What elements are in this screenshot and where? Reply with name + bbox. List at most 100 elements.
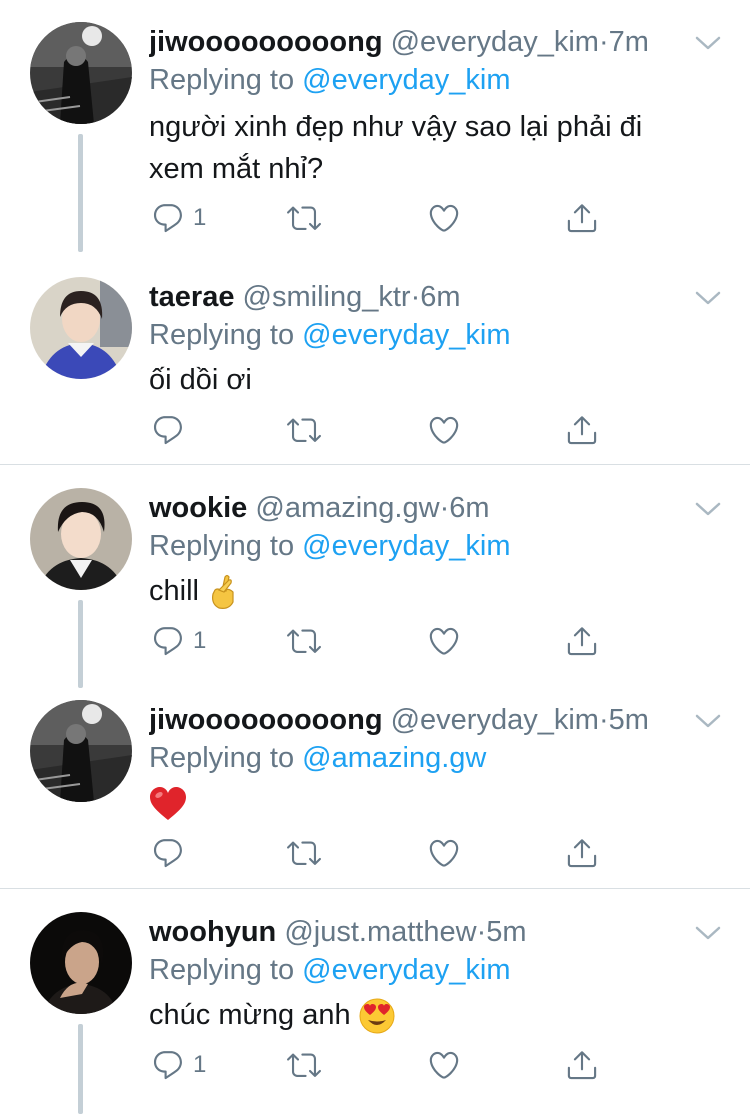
retweet-icon: [287, 624, 321, 658]
chevron-down-icon[interactable]: [694, 711, 722, 731]
share-icon: [565, 1048, 599, 1082]
tweet-header: woohyun @just.matthew·5m: [149, 912, 690, 952]
chevron-down-icon[interactable]: [694, 288, 722, 308]
retweet-icon: [287, 836, 321, 870]
share-button[interactable]: [565, 410, 599, 450]
replying-to: Replying to @everyday_kim: [149, 526, 511, 566]
handle[interactable]: @everyday_kim: [391, 704, 599, 736]
like-button[interactable]: [427, 833, 461, 873]
display-name[interactable]: jiwooooooooong: [149, 26, 383, 58]
heart-eyes-emoji: [359, 998, 395, 1034]
retweet-icon: [287, 201, 321, 235]
display-name[interactable]: woohyun: [149, 916, 276, 948]
retweet-button[interactable]: [287, 198, 321, 238]
tweet-text-content: chúc mừng anh: [149, 999, 351, 1031]
reply-button[interactable]: 1: [151, 1045, 206, 1085]
display-name[interactable]: taerae: [149, 281, 234, 313]
retweet-button[interactable]: [287, 833, 321, 873]
handle[interactable]: @smiling_ktr: [243, 281, 411, 313]
avatar[interactable]: [30, 488, 132, 590]
retweet-button[interactable]: [287, 621, 321, 661]
timestamp[interactable]: 6m: [449, 492, 489, 524]
reply-count: 1: [193, 1051, 207, 1078]
replying-to: Replying to @everyday_kim: [149, 315, 511, 355]
chevron-down-icon[interactable]: [694, 923, 722, 943]
action-bar: 1: [149, 621, 619, 661]
tweet-text: ối dồi ơi: [149, 364, 252, 396]
heart-icon: [427, 624, 461, 658]
retweet-icon: [287, 413, 321, 447]
reply-icon: [151, 836, 185, 870]
replying-label: Replying to: [149, 64, 295, 96]
heart-icon: [427, 836, 461, 870]
reply-icon: [151, 624, 185, 658]
chevron-down-icon[interactable]: [694, 499, 722, 519]
timestamp[interactable]: 7m: [609, 26, 649, 58]
tweet-text-line: người xinh đẹp như vậy sao lại phải đi: [149, 111, 643, 143]
avatar[interactable]: [30, 22, 132, 124]
tweet-header: jiwooooooooong @everyday_kim·7m: [149, 22, 690, 62]
avatar[interactable]: [30, 700, 132, 802]
tweet[interactable]: wookie @amazing.gw·6m Replying to @every…: [0, 466, 750, 688]
action-bar: 1: [149, 1045, 619, 1085]
separator: ·: [439, 492, 450, 524]
separator: ·: [410, 281, 421, 313]
share-button[interactable]: [565, 621, 599, 661]
divider: [0, 464, 750, 465]
separator: ·: [476, 916, 487, 948]
retweet-icon: [287, 1048, 321, 1082]
divider: [0, 888, 750, 889]
avatar[interactable]: [30, 277, 132, 379]
replying-to: Replying to @everyday_kim: [149, 950, 511, 990]
crossed-fingers-emoji: [212, 575, 234, 610]
replying-to: Replying to @amazing.gw: [149, 738, 486, 778]
reply-button[interactable]: [151, 833, 193, 873]
tweet-text: chúc mừng anh: [149, 994, 689, 1036]
heart-icon: [427, 1048, 461, 1082]
heart-icon: [427, 201, 461, 235]
reply-button[interactable]: [151, 410, 193, 450]
like-button[interactable]: [427, 410, 461, 450]
red-heart-emoji: [150, 787, 186, 821]
like-button[interactable]: [427, 1045, 461, 1085]
mention-link[interactable]: @amazing.gw: [302, 742, 486, 774]
share-icon: [565, 201, 599, 235]
heart-icon: [427, 413, 461, 447]
tweet-text-content: chill: [149, 575, 199, 607]
tweet[interactable]: jiwooooooooong @everyday_kim·7m Replying…: [0, 0, 750, 252]
tweet[interactable]: jiwooooooooong @everyday_kim·5m Replying…: [0, 678, 750, 886]
tweet[interactable]: woohyun @just.matthew·5m Replying to @ev…: [0, 890, 750, 1114]
share-button[interactable]: [565, 1045, 599, 1085]
handle[interactable]: @everyday_kim: [391, 26, 599, 58]
chevron-down-icon[interactable]: [694, 33, 722, 53]
reply-icon: [151, 1048, 185, 1082]
separator: ·: [598, 704, 609, 736]
handle[interactable]: @amazing.gw: [255, 492, 439, 524]
mention-link[interactable]: @everyday_kim: [302, 954, 510, 986]
replying-to: Replying to @everyday_kim: [149, 60, 511, 100]
display-name[interactable]: jiwooooooooong: [149, 704, 383, 736]
reply-button[interactable]: 1: [151, 621, 206, 661]
display-name[interactable]: wookie: [149, 492, 247, 524]
action-bar: [149, 833, 619, 873]
mention-link[interactable]: @everyday_kim: [302, 530, 510, 562]
timestamp[interactable]: 5m: [486, 916, 526, 948]
share-button[interactable]: [565, 833, 599, 873]
tweet-header: jiwooooooooong @everyday_kim·5m: [149, 700, 690, 740]
retweet-button[interactable]: [287, 1045, 321, 1085]
reply-button[interactable]: 1: [151, 198, 206, 238]
share-icon: [565, 624, 599, 658]
timestamp[interactable]: 6m: [420, 281, 460, 313]
tweet[interactable]: taerae @smiling_ktr·6m Replying to @ever…: [0, 255, 750, 463]
retweet-button[interactable]: [287, 410, 321, 450]
share-button[interactable]: [565, 198, 599, 238]
thread-connector: [78, 134, 83, 252]
like-button[interactable]: [427, 621, 461, 661]
timestamp[interactable]: 5m: [609, 704, 649, 736]
mention-link[interactable]: @everyday_kim: [302, 64, 510, 96]
like-button[interactable]: [427, 198, 461, 238]
avatar[interactable]: [30, 912, 132, 1014]
tweet-text: chill: [149, 570, 689, 612]
handle[interactable]: @just.matthew: [284, 916, 476, 948]
mention-link[interactable]: @everyday_kim: [302, 319, 510, 351]
